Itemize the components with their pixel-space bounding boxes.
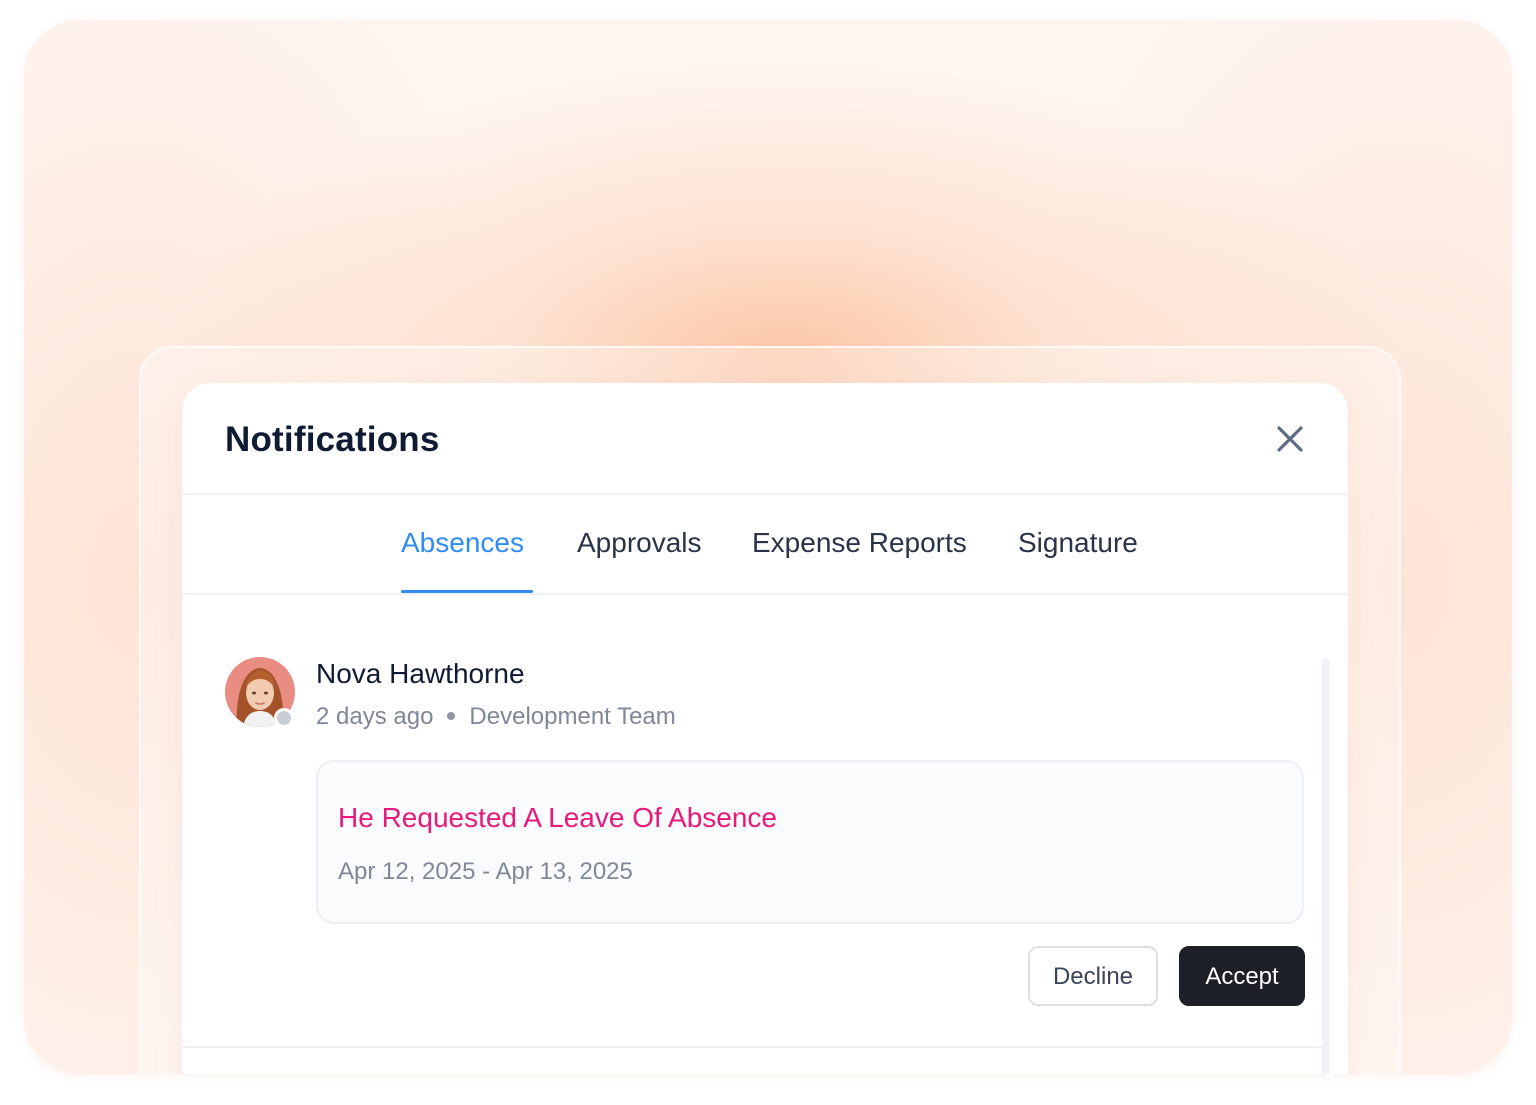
scrollbar[interactable] bbox=[1322, 658, 1330, 1074]
panel-header: Notifications bbox=[182, 383, 1348, 495]
list-divider bbox=[182, 1046, 1322, 1048]
time-ago: 2 days ago bbox=[316, 703, 434, 730]
status-indicator bbox=[274, 708, 294, 728]
notification-meta: 2 days ago Development Team bbox=[316, 703, 676, 731]
decline-button[interactable]: Decline bbox=[1028, 946, 1158, 1006]
notifications-panel: Notifications Absences Approvals Expense… bbox=[182, 383, 1348, 1074]
tab-signature[interactable]: Signature bbox=[1018, 527, 1138, 559]
separator-dot bbox=[447, 711, 456, 720]
request-dates: Apr 12, 2025 - Apr 13, 2025 bbox=[338, 858, 633, 885]
tab-expense-reports[interactable]: Expense Reports bbox=[752, 527, 967, 559]
tab-approvals[interactable]: Approvals bbox=[577, 527, 702, 559]
panel-content: Notifications Absences Approvals Expense… bbox=[182, 383, 1348, 1074]
tab-bar: Absences Approvals Expense Reports Signa… bbox=[182, 495, 1348, 595]
request-card: He Requested A Leave Of Absence Apr 12, … bbox=[316, 760, 1304, 924]
close-button[interactable] bbox=[1270, 419, 1310, 459]
accept-button[interactable]: Accept bbox=[1179, 946, 1305, 1006]
tab-absences[interactable]: Absences bbox=[401, 527, 524, 559]
user-name: Nova Hawthorne bbox=[316, 658, 525, 689]
active-tab-indicator bbox=[401, 590, 533, 593]
close-icon bbox=[1277, 426, 1303, 452]
background-panel: Notifications Absences Approvals Expense… bbox=[24, 20, 1512, 1074]
team-name: Development Team bbox=[469, 703, 676, 730]
page-title: Notifications bbox=[225, 420, 440, 459]
request-title: He Requested A Leave Of Absence bbox=[338, 802, 777, 833]
